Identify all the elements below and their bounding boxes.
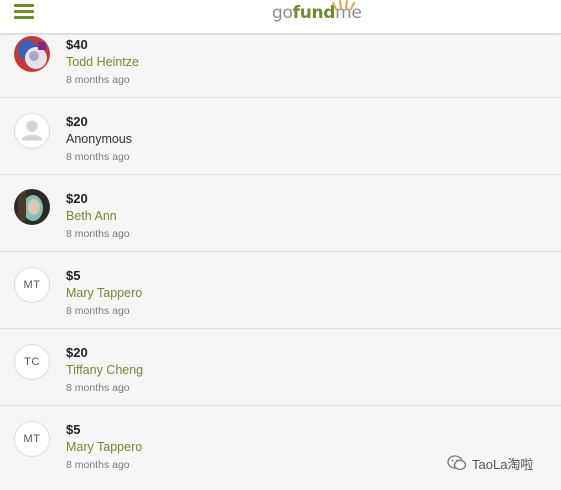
- donation-time: 8 months ago: [66, 305, 130, 317]
- donor-avatar-initials: MT: [14, 421, 50, 457]
- donor-photo-icon: [14, 36, 50, 72]
- watermark-text: TaoLa淘啦: [472, 456, 534, 472]
- donation-row: MT $5 Mary Tappero 8 months ago: [0, 252, 561, 329]
- donor-name-link[interactable]: Tiffany Cheng: [66, 363, 143, 377]
- donor-avatar[interactable]: [14, 36, 50, 72]
- donation-time: 8 months ago: [66, 228, 130, 240]
- donor-name-link[interactable]: Mary Tappero: [66, 286, 142, 300]
- donation-row: TC $20 Tiffany Cheng 8 months ago: [0, 329, 561, 406]
- donor-name-link[interactable]: Mary Tappero: [66, 440, 142, 454]
- donation-amount: $5: [66, 422, 81, 437]
- donor-avatar[interactable]: [14, 189, 50, 225]
- watermark: TaoLa淘啦: [447, 452, 533, 474]
- donation-time: 8 months ago: [66, 459, 130, 471]
- donation-row: $20 Anonymous 8 months ago: [0, 98, 561, 175]
- donation-row: $20 Beth Ann 8 months ago: [0, 175, 561, 252]
- donation-time: 8 months ago: [66, 151, 130, 163]
- donor-name-link[interactable]: Todd Heintze: [66, 55, 139, 69]
- donor-name: Anonymous: [66, 132, 133, 146]
- donor-avatar-initials: MT: [14, 267, 50, 303]
- donor-photo-icon: [14, 189, 50, 225]
- donor-avatar: [14, 113, 50, 149]
- donation-time: 8 months ago: [66, 382, 130, 394]
- donor-name-link[interactable]: Beth Ann: [66, 209, 117, 223]
- donation-amount: $40: [66, 37, 88, 52]
- anonymous-user-icon: [21, 120, 43, 141]
- donation-amount: $20: [66, 191, 88, 206]
- donation-time: 8 months ago: [66, 74, 130, 86]
- donation-amount: $5: [66, 268, 81, 283]
- donation-amount: $20: [66, 114, 88, 129]
- logo-sunburst-icon: [332, 0, 355, 10]
- donor-avatar-initials: TC: [14, 344, 50, 380]
- hamburger-menu-icon[interactable]: [14, 4, 36, 20]
- top-header: gofundme: [0, 0, 561, 34]
- wechat-icon: [447, 455, 467, 471]
- donation-amount: $20: [66, 345, 88, 360]
